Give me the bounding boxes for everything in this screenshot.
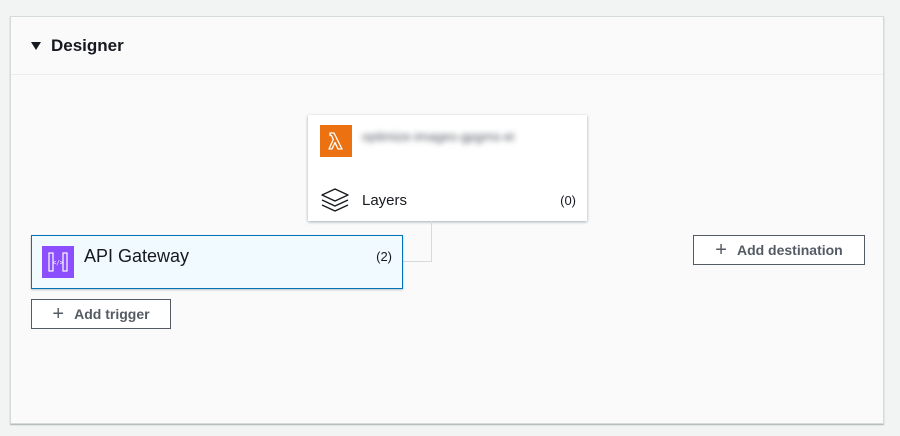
add-trigger-button[interactable]: + Add trigger: [31, 299, 171, 329]
designer-canvas: optimize-images-gpgms-ei Layers (0) </> …: [11, 75, 883, 423]
layers-count: (0): [560, 192, 576, 208]
plus-icon: +: [52, 303, 65, 325]
layers-icon: [320, 187, 350, 213]
api-gateway-trigger-node[interactable]: </> API Gateway (2): [31, 235, 403, 289]
add-destination-button[interactable]: + Add destination: [693, 235, 865, 265]
add-destination-label: Add destination: [736, 242, 843, 258]
designer-title: Designer: [51, 35, 124, 55]
connector-line-vertical: [431, 221, 432, 261]
function-node[interactable]: optimize-images-gpgms-ei Layers (0): [308, 115, 587, 221]
svg-text:</>: </>: [53, 260, 64, 267]
designer-header[interactable]: Designer: [11, 17, 883, 75]
layers-label: Layers: [362, 191, 408, 209]
designer-panel: Designer optimize-images-gpgms-ei Layers: [10, 16, 884, 424]
function-name: optimize-images-gpgms-ei: [362, 129, 515, 144]
trigger-label: API Gateway: [84, 246, 190, 266]
add-trigger-label: Add trigger: [74, 306, 150, 322]
trigger-count: (2): [376, 249, 392, 264]
lambda-icon: [320, 125, 352, 157]
plus-icon: +: [715, 239, 727, 261]
api-gateway-icon: </>: [42, 246, 74, 278]
caret-down-icon[interactable]: [31, 41, 41, 50]
connector-line-horizontal: [403, 261, 432, 262]
layers-row[interactable]: Layers (0): [320, 187, 576, 213]
